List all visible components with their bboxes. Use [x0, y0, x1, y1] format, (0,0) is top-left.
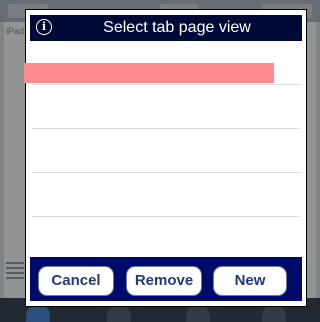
list-item[interactable]	[24, 41, 300, 85]
selected-row-highlight	[24, 63, 274, 83]
tab-page-list	[24, 41, 306, 257]
dialog-title: Select tab page view	[103, 19, 251, 36]
remove-button[interactable]: Remove	[126, 266, 202, 296]
dialog-button-bar: Cancel Remove New	[30, 257, 302, 301]
list-item[interactable]	[32, 129, 300, 173]
new-button[interactable]: New	[213, 266, 287, 296]
select-tab-page-dialog: i Select tab page view Cancel Remove New	[24, 9, 307, 307]
info-icon[interactable]: i	[36, 19, 52, 35]
cancel-button[interactable]: Cancel	[38, 266, 114, 296]
list-item[interactable]	[32, 85, 300, 129]
list-item[interactable]	[32, 173, 300, 217]
dialog-title-bar: i Select tab page view	[30, 15, 302, 41]
